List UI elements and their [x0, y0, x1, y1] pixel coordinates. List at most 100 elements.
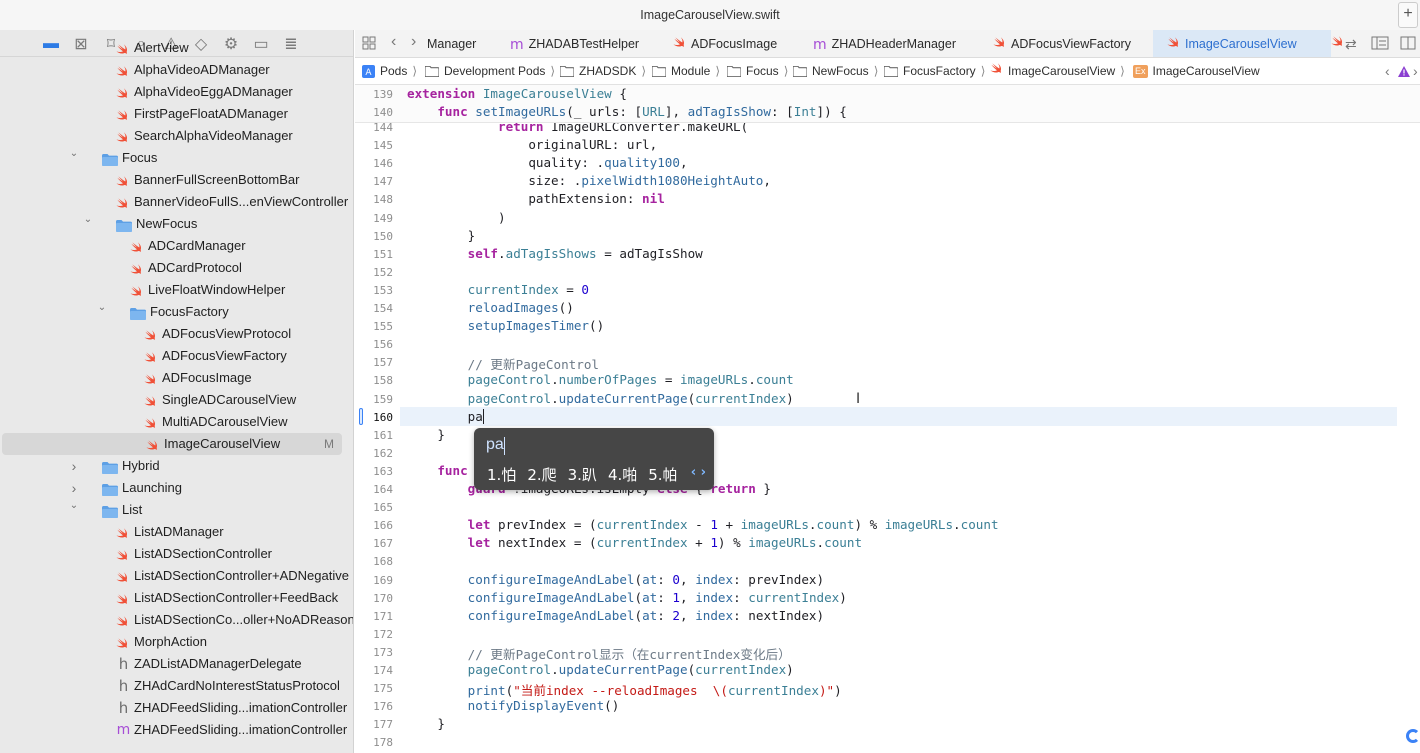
chevron-right-icon[interactable]: › — [68, 455, 80, 477]
navigator-item[interactable]: BannerFullScreenBottomBar — [0, 169, 353, 191]
navigator-item[interactable]: ADFocusViewProtocol — [0, 323, 353, 345]
navigator-item[interactable]: ⌄ FocusFactory — [0, 301, 353, 323]
code-token: let — [467, 535, 491, 550]
line-number: 154 — [373, 302, 393, 315]
forward-arrow-icon[interactable]: › — [411, 33, 416, 51]
previous-issue-icon[interactable]: ‹ — [1385, 58, 1390, 85]
navigator-item[interactable]: ListADSectionCo...oller+NoADReason — [0, 609, 353, 631]
navigator-item[interactable]: SearchAlphaVideoManager — [0, 125, 353, 147]
code-token: originalURL: url, — [407, 137, 658, 152]
related-items-icon[interactable]: ⇄ — [1345, 36, 1357, 53]
swift-file-icon — [116, 41, 131, 55]
code-editor[interactable]: 139 extension ImageCarouselView {140 func… — [355, 85, 1420, 753]
navigator-item[interactable]: MorphAction — [0, 631, 353, 653]
code-token: imageURLs — [740, 517, 809, 532]
editor-options-icon[interactable] — [1371, 36, 1389, 53]
navigator-item[interactable]: LiveFloatWindowHelper — [0, 279, 353, 301]
jump-bar-item[interactable]: NewFocus ⟩ — [793, 58, 878, 85]
navigator-item[interactable]: ImageCarouselView M — [2, 433, 342, 455]
navigator-item[interactable]: AlphaVideoADManager — [0, 59, 353, 81]
chevron-down-icon[interactable]: ⌄ — [82, 209, 94, 231]
editor-tab[interactable]: ADFocusImage — [673, 30, 803, 57]
folder-icon — [102, 503, 118, 518]
navigator-item[interactable]: ADFocusViewFactory — [0, 345, 353, 367]
ime-candidate[interactable]: 1.怕 — [487, 466, 516, 484]
chevron-down-icon[interactable]: ⌄ — [68, 143, 80, 165]
jump-bar-item[interactable]: Module ⟩ — [652, 58, 720, 85]
code-token: } — [407, 427, 445, 442]
navigator-item[interactable]: SingleADCarouselView — [0, 389, 353, 411]
navigator-item[interactable]: FirstPageFloatADManager — [0, 103, 353, 125]
code-line: pageControl.updateCurrentPage(currentInd… — [407, 662, 794, 677]
navigator-item[interactable]: › Launching — [0, 477, 353, 499]
swift-file-icon — [993, 31, 1006, 57]
code-token: at — [642, 608, 658, 623]
code-token: : prevIndex) — [733, 572, 825, 587]
code-token: ( — [634, 590, 643, 605]
navigator-item[interactable]: AlphaVideoEggADManager — [0, 81, 353, 103]
navigator-item[interactable]: ⌄ Focus — [0, 147, 353, 169]
jump-bar-item[interactable]: A Pods ⟩ — [362, 58, 417, 85]
folder-icon — [102, 151, 118, 166]
navigator-item[interactable]: ⌄ NewFocus — [0, 213, 353, 235]
navigator-item[interactable]: ListADSectionController+FeedBack — [0, 587, 353, 609]
ime-candidate[interactable]: 4.啪 — [608, 466, 637, 484]
navigator-item[interactable]: h ZADListADManagerDelegate — [0, 653, 353, 675]
navigator-item[interactable]: ⌄ List — [0, 499, 353, 521]
editor-tab[interactable]: ADFocusViewFactory — [993, 30, 1151, 57]
chevron-down-icon[interactable]: ⌄ — [68, 495, 80, 517]
navigator-item[interactable]: ListADSectionController — [0, 543, 353, 565]
navigator-item[interactable]: BannerVideoFullS...enViewController — [0, 191, 353, 213]
navigator-item[interactable]: ADCardManager — [0, 235, 353, 257]
editor-tab[interactable]: ImageCarouselView — [1153, 30, 1331, 57]
navigator-item[interactable]: ADFocusImage — [0, 367, 353, 389]
navigator-item[interactable]: › Hybrid — [0, 455, 353, 477]
jump-bar-item[interactable]: Development Pods ⟩ — [425, 58, 555, 85]
split-editor-icon[interactable] — [1400, 36, 1416, 53]
jump-bar-item[interactable]: ImageCarouselView ⟩ — [990, 58, 1125, 85]
line-number: 164 — [373, 483, 393, 496]
next-issue-icon[interactable]: › — [1413, 58, 1418, 85]
ime-candidate[interactable]: 5.帕 — [648, 466, 677, 484]
ime-candidate[interactable]: 2.爬 — [527, 466, 556, 484]
chevron-down-icon[interactable]: ⌄ — [96, 297, 108, 319]
navigator-item[interactable]: h ZHAdCardNoInterestStatusProtocol — [0, 675, 353, 697]
navigator-item[interactable]: MultiADCarouselView — [0, 411, 353, 433]
ime-candidate-window[interactable]: pa 1.怕 2.爬 3.趴 4.啪 5.帕 ‹ › — [474, 428, 714, 490]
navigator-item[interactable]: ListADSectionController+ADNegative — [0, 565, 353, 587]
line-number: 145 — [373, 139, 393, 152]
warning-icon[interactable] — [1398, 58, 1410, 85]
navigator-item[interactable]: ADCardProtocol — [0, 257, 353, 279]
jump-bar-item[interactable]: Ex ImageCarouselView — [1133, 58, 1260, 85]
back-arrow-icon[interactable]: ‹ — [391, 33, 396, 51]
jump-bar-item[interactable]: FocusFactory ⟩ — [884, 58, 985, 85]
navigator-item[interactable]: AlertView — [0, 37, 353, 59]
code-token: extension — [407, 86, 476, 101]
code-token: ], — [664, 104, 688, 119]
code-token: . — [748, 372, 756, 387]
navigator-item-label: ADCardProtocol — [148, 260, 242, 275]
code-line: self.adTagIsShows = adTagIsShow — [407, 246, 703, 261]
extension-icon: Ex — [1133, 65, 1148, 79]
ime-page-arrows-icon[interactable]: ‹ › — [691, 465, 706, 480]
chevron-right-icon: ⟩ — [1120, 64, 1125, 78]
ime-candidate[interactable]: 3.趴 — [568, 466, 597, 484]
code-token: { — [611, 86, 627, 101]
editor-tab[interactable]: m ZHADABTestHelper — [510, 30, 645, 57]
code-line: func setImageURLs(_ urls: [URL], adTagIs… — [407, 104, 847, 119]
folder-icon — [116, 217, 132, 232]
jump-bar-item[interactable]: Focus ⟩ — [727, 58, 788, 85]
jump-bar-item[interactable]: ZHADSDK ⟩ — [560, 58, 646, 85]
navigator-item[interactable]: m ZHADFeedSliding...imationController — [0, 719, 353, 741]
navigator-item[interactable]: h ZHADFeedSliding...imationController — [0, 697, 353, 719]
add-tab-button[interactable]: + — [1398, 2, 1418, 28]
code-token: . — [808, 517, 817, 532]
code-token: index — [695, 608, 734, 623]
swift-file-icon — [130, 239, 145, 253]
grid-icon[interactable] — [362, 36, 376, 53]
navigator-item[interactable]: ListADManager — [0, 521, 353, 543]
editor-tab[interactable]: m ZHADHeaderManager — [813, 30, 963, 57]
swift-file-icon — [116, 63, 131, 77]
